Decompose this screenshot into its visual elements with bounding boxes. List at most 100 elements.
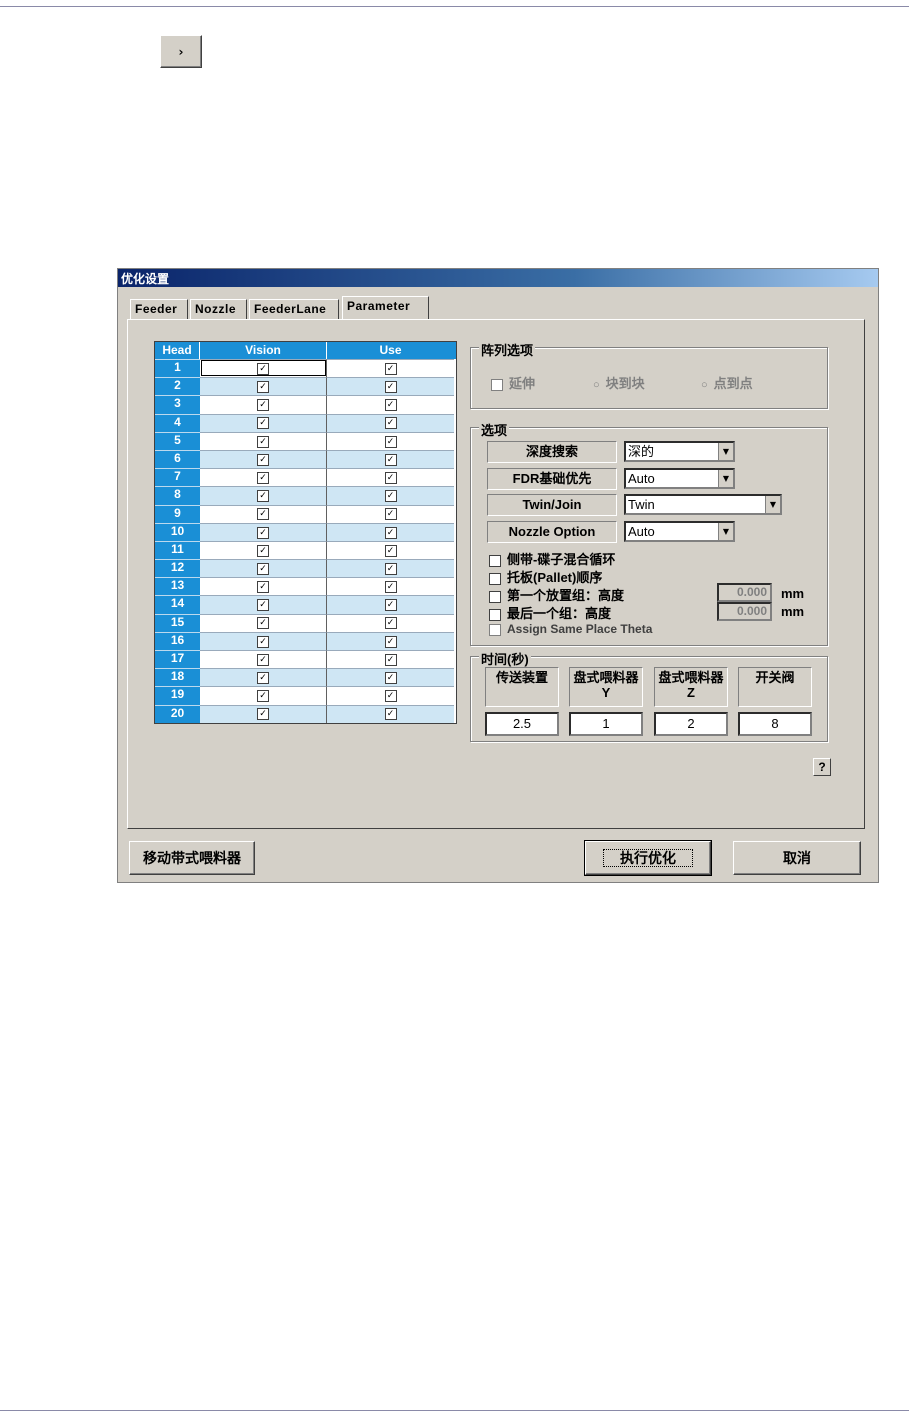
block-to-block-radio[interactable]: ○ 块到块 xyxy=(593,373,645,392)
table-row: 11 ✓ ✓ xyxy=(155,540,456,560)
vision-cell[interactable]: ✓ xyxy=(200,522,327,541)
vision-cell[interactable]: ✓ xyxy=(200,359,327,378)
use-cell[interactable]: ✓ xyxy=(327,395,454,413)
vision-cell[interactable]: ✓ xyxy=(200,577,327,596)
table-row: 15 ✓ ✓ xyxy=(155,613,456,632)
dropdown-arrow-icon[interactable]: ▼ xyxy=(718,443,733,460)
vision-cell[interactable]: ✓ xyxy=(200,686,327,705)
tab-feederlane[interactable]: FeederLane xyxy=(249,299,339,319)
vision-cell[interactable]: ✓ xyxy=(200,468,327,487)
use-cell[interactable]: ✓ xyxy=(327,486,454,505)
first-group-height-checkbox[interactable]: 第一个放置组：高度 xyxy=(489,585,624,604)
vision-cell[interactable]: ✓ xyxy=(200,704,327,723)
check-icon: ✓ xyxy=(257,581,269,594)
tab-feeder[interactable]: Feeder xyxy=(130,299,188,319)
vision-cell[interactable]: ✓ xyxy=(200,413,327,432)
vision-cell[interactable]: ✓ xyxy=(200,595,327,614)
move-feeder-button[interactable]: 移动带式喂料器 xyxy=(129,841,255,875)
vision-cell[interactable]: ✓ xyxy=(200,377,327,396)
use-cell[interactable]: ✓ xyxy=(327,413,454,432)
use-cell[interactable]: ✓ xyxy=(327,613,454,632)
cancel-button[interactable]: 取消 xyxy=(733,841,861,875)
check-icon: ✓ xyxy=(384,635,397,648)
options-title: 选项 xyxy=(479,420,510,439)
dropdown-arrow-icon[interactable]: ▼ xyxy=(765,496,780,513)
next-button[interactable]: › xyxy=(160,35,202,68)
use-cell[interactable]: ✓ xyxy=(327,559,454,578)
point-to-point-radio[interactable]: ○ 点到点 xyxy=(701,373,753,392)
row-head-number: 11 xyxy=(155,540,200,560)
use-cell[interactable]: ✓ xyxy=(327,522,454,541)
table-row: 4 ✓ ✓ xyxy=(155,413,456,432)
vision-cell[interactable]: ✓ xyxy=(200,431,327,450)
vision-cell[interactable]: ✓ xyxy=(200,631,327,650)
nozzle-option-select[interactable]: Auto ▼ xyxy=(624,521,735,542)
time-value-conveyor[interactable]: 2.5 xyxy=(485,712,559,736)
depth-search-select[interactable]: 深的 ▼ xyxy=(624,441,735,462)
use-cell[interactable]: ✓ xyxy=(327,504,454,523)
chevron-right-icon: › xyxy=(178,44,184,59)
twin-join-select[interactable]: Twin ▼ xyxy=(624,494,782,515)
table-row: 14 ✓ ✓ xyxy=(155,595,456,614)
time-header-tray-y: 盘式喂料器Y xyxy=(569,667,643,707)
use-cell[interactable]: ✓ xyxy=(327,686,454,704)
table-row: 8 ✓ ✓ xyxy=(155,486,456,505)
use-cell[interactable]: ✓ xyxy=(327,577,454,595)
use-cell[interactable]: ✓ xyxy=(327,631,454,650)
extend-checkbox[interactable]: 延伸 xyxy=(491,373,535,392)
dialog-title: 优化设置 xyxy=(121,272,170,286)
last-group-height-checkbox[interactable]: 最后一个组：高度 xyxy=(489,603,611,622)
use-cell[interactable]: ✓ xyxy=(327,650,454,668)
row-head-number: 19 xyxy=(155,686,200,705)
vision-cell[interactable]: ✓ xyxy=(200,540,327,560)
vision-cell[interactable]: ✓ xyxy=(200,504,327,523)
check-icon: ✓ xyxy=(257,381,269,394)
use-cell[interactable]: ✓ xyxy=(327,668,454,687)
use-cell[interactable]: ✓ xyxy=(327,377,454,396)
vision-cell[interactable]: ✓ xyxy=(200,486,327,505)
vision-cell[interactable]: ✓ xyxy=(200,449,327,469)
check-icon: ✓ xyxy=(257,471,269,484)
page-bottom-rule xyxy=(0,1410,909,1411)
mixed-cycle-checkbox[interactable]: 侧带-碟子混合循环 xyxy=(489,549,615,568)
use-cell[interactable]: ✓ xyxy=(327,359,454,377)
head-grid: Head Vision Use 1 ✓ ✓ 2 ✓ ✓ 3 ✓ ✓ 4 ✓ ✓ 5 ✓ ✓ 6 ✓ ✓ 7 ✓ ✓ 8 ✓ ✓… xyxy=(154,341,457,724)
fdr-priority-select[interactable]: Auto ▼ xyxy=(624,468,735,489)
use-cell[interactable]: ✓ xyxy=(327,468,454,486)
first-height-input[interactable]: 0.000 xyxy=(717,583,772,602)
use-cell[interactable]: ✓ xyxy=(327,449,454,469)
nozzle-option-label: Nozzle Option xyxy=(487,521,617,543)
check-icon: ✓ xyxy=(257,435,269,448)
time-value-tray-z[interactable]: 2 xyxy=(654,712,728,736)
table-row: 13 ✓ ✓ xyxy=(155,577,456,596)
execute-optimize-button[interactable]: 执行优化 xyxy=(584,840,712,876)
help-button[interactable]: ? xyxy=(813,758,831,776)
check-icon: ✓ xyxy=(384,490,397,503)
dropdown-arrow-icon[interactable]: ▼ xyxy=(718,470,733,487)
table-row: 20 ✓ ✓ xyxy=(155,704,456,723)
depth-search-label: 深度搜索 xyxy=(487,441,617,463)
dropdown-arrow-icon[interactable]: ▼ xyxy=(718,523,733,540)
vision-cell[interactable]: ✓ xyxy=(200,395,327,414)
vision-cell[interactable]: ✓ xyxy=(200,559,327,578)
use-cell[interactable]: ✓ xyxy=(327,595,454,614)
fdr-priority-label: FDR基础优先 xyxy=(487,468,617,490)
vision-cell[interactable]: ✓ xyxy=(200,668,327,687)
vision-cell[interactable]: ✓ xyxy=(200,613,327,632)
vision-cell[interactable]: ✓ xyxy=(200,650,327,669)
twin-join-label: Twin/Join xyxy=(487,494,617,516)
same-place-theta-checkbox[interactable]: Assign Same Place Theta xyxy=(489,622,652,636)
use-cell[interactable]: ✓ xyxy=(327,431,454,450)
tab-nozzle[interactable]: Nozzle xyxy=(190,299,247,319)
last-height-input[interactable]: 0.000 xyxy=(717,602,772,621)
tab-parameter[interactable]: Parameter xyxy=(342,296,429,320)
time-value-tray-y[interactable]: 1 xyxy=(569,712,643,736)
use-cell[interactable]: ✓ xyxy=(327,540,454,559)
row-head-number: 10 xyxy=(155,522,200,541)
use-cell[interactable]: ✓ xyxy=(327,704,454,723)
pallet-order-checkbox[interactable]: 托板(Pallet)顺序 xyxy=(489,567,602,586)
table-row: 19 ✓ ✓ xyxy=(155,686,456,705)
time-value-valve[interactable]: 8 xyxy=(738,712,812,736)
row-head-number: 18 xyxy=(155,668,200,687)
radio-icon: ○ xyxy=(701,379,708,391)
